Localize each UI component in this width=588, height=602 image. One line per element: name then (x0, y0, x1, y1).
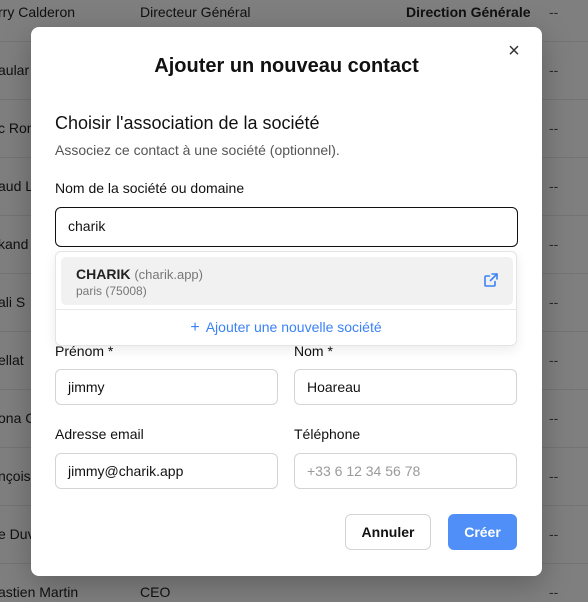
phone-label: Téléphone (294, 426, 361, 442)
section-title: Choisir l'association de la société (55, 113, 320, 133)
dropdown-divider (56, 309, 516, 310)
section-description: Associez ce contact à une société (optio… (55, 142, 340, 158)
company-option-domain: (charik.app) (134, 267, 203, 282)
company-option-charik[interactable]: CHARIK (charik.app) paris (75008) (61, 257, 513, 305)
plus-icon: + (190, 319, 200, 336)
create-button[interactable]: Créer (448, 514, 517, 550)
modal-title: Ajouter un nouveau contact (154, 55, 419, 77)
add-new-company-button[interactable]: + Ajouter une nouvelle société (56, 319, 516, 337)
company-label: Nom de la société ou domaine (55, 180, 245, 196)
email-input[interactable]: jimmy@charik.app (55, 453, 278, 489)
company-option-name: CHARIK (charik.app) (76, 266, 203, 282)
external-link-icon[interactable] (483, 272, 499, 288)
company-search-input[interactable]: charik (55, 207, 518, 247)
phone-input[interactable]: +33 6 12 34 56 78 (294, 453, 517, 489)
company-suggestions-dropdown: CHARIK (charik.app) paris (75008) + Ajout… (55, 251, 517, 346)
email-label: Adresse email (55, 426, 144, 442)
first-name-input[interactable]: jimmy (55, 369, 278, 405)
cancel-button[interactable]: Annuler (345, 514, 431, 550)
last-name-input[interactable]: Hoareau (294, 369, 517, 405)
add-contact-modal: × Ajouter un nouveau contact Choisir l'a… (31, 27, 542, 576)
company-option-location: paris (75008) (76, 284, 147, 298)
add-new-company-label: Ajouter une nouvelle société (205, 319, 382, 335)
